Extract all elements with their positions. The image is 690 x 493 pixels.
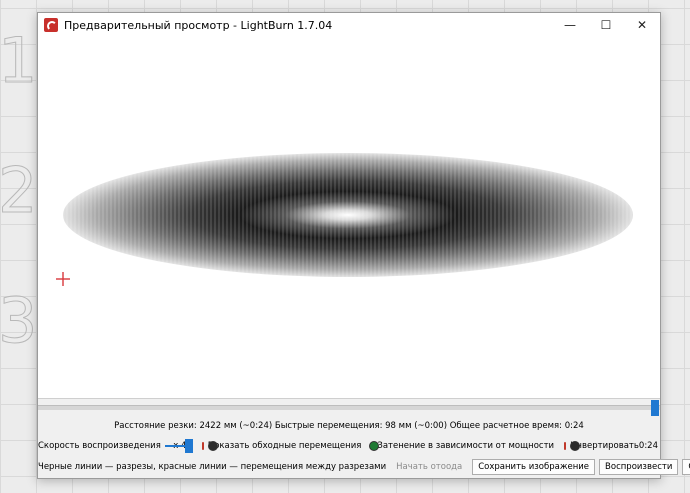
background-number-3: 3: [0, 284, 38, 357]
toggle-knob: [570, 441, 581, 451]
invert-toggle[interactable]: [564, 441, 581, 451]
engraving-scanline-pattern: [63, 153, 633, 277]
close-icon: ✕: [636, 18, 648, 32]
start-over-button[interactable]: Начать отоода: [390, 459, 468, 475]
lightburn-logo-icon: [44, 18, 58, 32]
preview-svg: [56, 153, 633, 286]
bottom-bar: Черные линии — разрезы, красные линии — …: [38, 458, 690, 476]
background-number-1: 1: [0, 24, 38, 97]
invert-label: Инвертировать: [570, 441, 639, 451]
power-shading-label: Затенение в зависимости от мощности: [377, 441, 555, 451]
cut-statistics: Расстояние резки: 2422 мм (~0:24) Быстры…: [114, 421, 584, 431]
toggle-knob: [207, 441, 218, 451]
window-title: Предварительный просмотр - LightBurn 1.7…: [64, 18, 333, 32]
background-number-2: 2: [0, 154, 38, 227]
close-button[interactable]: ✕: [624, 13, 660, 37]
ok-button[interactable]: OK: [682, 459, 690, 475]
save-image-button[interactable]: Сохранить изображение: [472, 459, 596, 475]
legend-text: Черные линии — разрезы, красные линии — …: [38, 462, 387, 472]
play-button[interactable]: Воспроизвести: [599, 459, 679, 475]
maximize-button[interactable]: ☐: [588, 13, 624, 37]
elapsed-time: 0:24: [638, 441, 658, 451]
show-travel-toggle[interactable]: [201, 441, 218, 451]
speed-slider-handle[interactable]: [184, 439, 193, 453]
playback-scrubber[interactable]: [38, 400, 660, 418]
playback-controls: Скорость воспроизведения x 40 Показать о…: [38, 438, 660, 454]
speed-slider[interactable]: [164, 439, 193, 453]
origin-marker-icon: [56, 272, 70, 286]
maximize-icon: ☐: [600, 18, 612, 32]
minimize-button[interactable]: —: [552, 13, 588, 37]
speed-label: Скорость воспроизведения: [38, 441, 161, 451]
power-shading-toggle[interactable]: [369, 441, 380, 451]
show-travel-label: Показать обходные перемещения: [207, 441, 362, 451]
title-bar: Предварительный просмотр - LightBurn 1.7…: [38, 13, 660, 37]
window-controls: — ☐ ✕: [552, 13, 660, 37]
minimize-icon: —: [564, 18, 576, 32]
preview-window: Предварительный просмотр - LightBurn 1.7…: [37, 12, 690, 479]
scrubber-handle[interactable]: [651, 400, 659, 416]
scrubber-track: [38, 405, 660, 410]
preview-canvas[interactable]: [38, 37, 660, 399]
